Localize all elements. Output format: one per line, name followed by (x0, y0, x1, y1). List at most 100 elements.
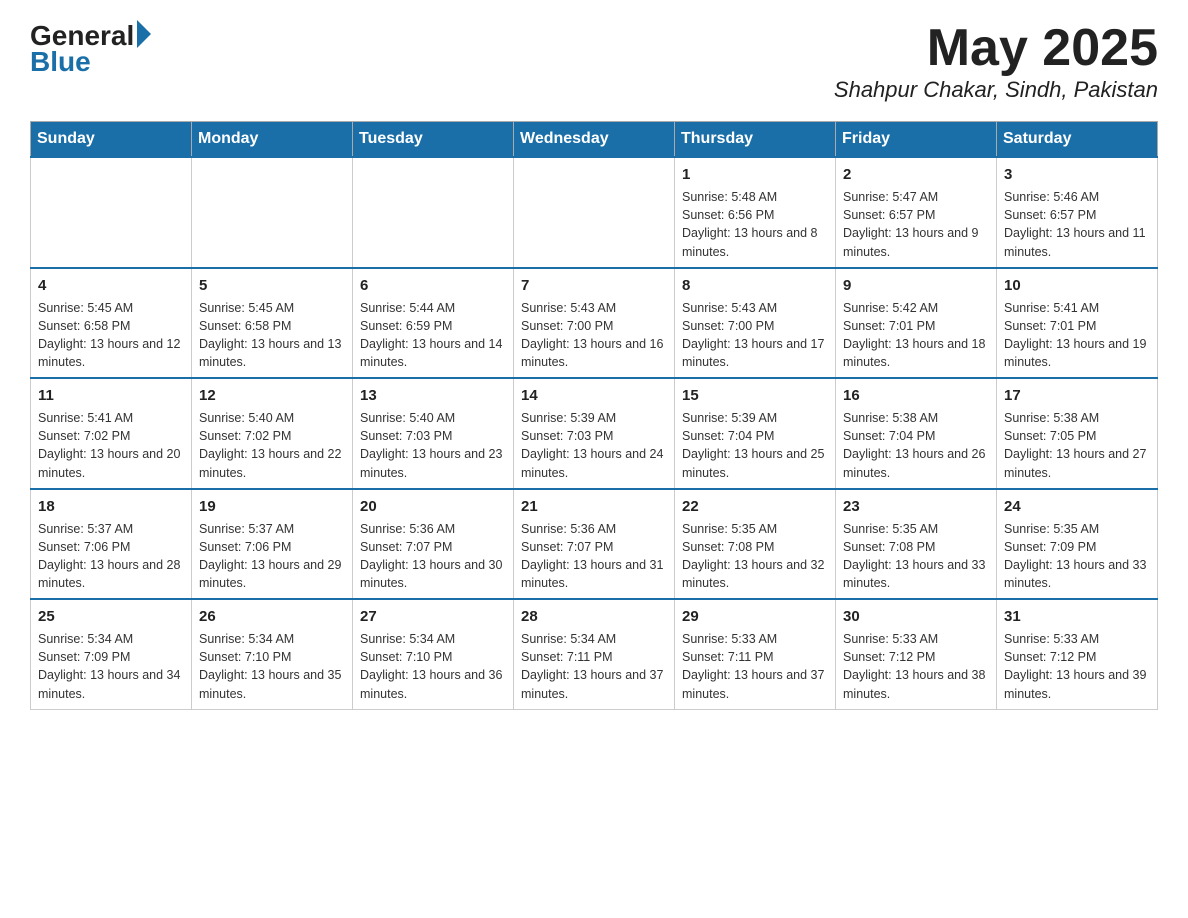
day-info: Sunrise: 5:40 AMSunset: 7:03 PMDaylight:… (360, 409, 506, 482)
day-number: 7 (521, 275, 667, 296)
day-info: Sunrise: 5:38 AMSunset: 7:04 PMDaylight:… (843, 409, 989, 482)
day-info: Sunrise: 5:45 AMSunset: 6:58 PMDaylight:… (38, 299, 184, 372)
day-info: Sunrise: 5:33 AMSunset: 7:12 PMDaylight:… (1004, 630, 1150, 703)
day-number: 22 (682, 496, 828, 517)
day-info: Sunrise: 5:48 AMSunset: 6:56 PMDaylight:… (682, 188, 828, 261)
calendar-cell: 31 Sunrise: 5:33 AMSunset: 7:12 PMDayligh… (997, 599, 1158, 709)
day-number: 27 (360, 606, 506, 627)
calendar-cell: 26 Sunrise: 5:34 AMSunset: 7:10 PMDayligh… (192, 599, 353, 709)
day-info: Sunrise: 5:36 AMSunset: 7:07 PMDaylight:… (521, 520, 667, 593)
calendar-cell: 9 Sunrise: 5:42 AMSunset: 7:01 PMDaylight… (836, 268, 997, 379)
title-block: May 2025 Shahpur Chakar, Sindh, Pakistan (834, 20, 1158, 103)
weekday-header-friday: Friday (836, 122, 997, 158)
day-number: 24 (1004, 496, 1150, 517)
day-number: 26 (199, 606, 345, 627)
day-info: Sunrise: 5:44 AMSunset: 6:59 PMDaylight:… (360, 299, 506, 372)
calendar-cell: 7 Sunrise: 5:43 AMSunset: 7:00 PMDaylight… (514, 268, 675, 379)
calendar-title: May 2025 (834, 20, 1158, 77)
day-number: 14 (521, 385, 667, 406)
day-number: 5 (199, 275, 345, 296)
weekday-header-tuesday: Tuesday (353, 122, 514, 158)
day-info: Sunrise: 5:37 AMSunset: 7:06 PMDaylight:… (199, 520, 345, 593)
day-info: Sunrise: 5:43 AMSunset: 7:00 PMDaylight:… (521, 299, 667, 372)
calendar-cell (192, 157, 353, 268)
calendar-table: SundayMondayTuesdayWednesdayThursdayFrid… (30, 121, 1158, 710)
day-info: Sunrise: 5:41 AMSunset: 7:02 PMDaylight:… (38, 409, 184, 482)
weekday-header-thursday: Thursday (675, 122, 836, 158)
day-number: 1 (682, 164, 828, 185)
day-info: Sunrise: 5:33 AMSunset: 7:12 PMDaylight:… (843, 630, 989, 703)
day-info: Sunrise: 5:37 AMSunset: 7:06 PMDaylight:… (38, 520, 184, 593)
day-info: Sunrise: 5:38 AMSunset: 7:05 PMDaylight:… (1004, 409, 1150, 482)
day-info: Sunrise: 5:36 AMSunset: 7:07 PMDaylight:… (360, 520, 506, 593)
day-number: 8 (682, 275, 828, 296)
calendar-cell: 23Sunrise: 5:35 AMSunset: 7:08 PMDayligh… (836, 489, 997, 600)
week-row-4: 18 Sunrise: 5:37 AMSunset: 7:06 PMDayligh… (31, 489, 1158, 600)
day-info: Sunrise: 5:42 AMSunset: 7:01 PMDaylight:… (843, 299, 989, 372)
week-row-1: 1 Sunrise: 5:48 AMSunset: 6:56 PMDaylight… (31, 157, 1158, 268)
day-info: Sunrise: 5:39 AMSunset: 7:04 PMDaylight:… (682, 409, 828, 482)
calendar-cell: 21 Sunrise: 5:36 AMSunset: 7:07 PMDayligh… (514, 489, 675, 600)
day-info: Sunrise: 5:35 AMSunset: 7:09 PMDaylight:… (1004, 520, 1150, 593)
day-info: Sunrise: 5:43 AMSunset: 7:00 PMDaylight:… (682, 299, 828, 372)
week-row-5: 25Sunrise: 5:34 AMSunset: 7:09 PMDayligh… (31, 599, 1158, 709)
day-number: 3 (1004, 164, 1150, 185)
day-info: Sunrise: 5:45 AMSunset: 6:58 PMDaylight:… (199, 299, 345, 372)
week-row-3: 11 Sunrise: 5:41 AMSunset: 7:02 PMDayligh… (31, 378, 1158, 489)
day-number: 2 (843, 164, 989, 185)
calendar-cell: 16Sunrise: 5:38 AMSunset: 7:04 PMDayligh… (836, 378, 997, 489)
calendar-cell (353, 157, 514, 268)
calendar-cell: 11 Sunrise: 5:41 AMSunset: 7:02 PMDayligh… (31, 378, 192, 489)
day-number: 18 (38, 496, 184, 517)
calendar-cell: 5 Sunrise: 5:45 AMSunset: 6:58 PMDaylight… (192, 268, 353, 379)
day-number: 28 (521, 606, 667, 627)
week-row-2: 4Sunrise: 5:45 AMSunset: 6:58 PMDaylight… (31, 268, 1158, 379)
calendar-cell: 6 Sunrise: 5:44 AMSunset: 6:59 PMDaylight… (353, 268, 514, 379)
calendar-cell: 18 Sunrise: 5:37 AMSunset: 7:06 PMDayligh… (31, 489, 192, 600)
calendar-cell: 19Sunrise: 5:37 AMSunset: 7:06 PMDayligh… (192, 489, 353, 600)
day-number: 12 (199, 385, 345, 406)
calendar-cell: 27Sunrise: 5:34 AMSunset: 7:10 PMDayligh… (353, 599, 514, 709)
calendar-cell: 29 Sunrise: 5:33 AMSunset: 7:11 PMDayligh… (675, 599, 836, 709)
calendar-cell: 12Sunrise: 5:40 AMSunset: 7:02 PMDayligh… (192, 378, 353, 489)
day-number: 11 (38, 385, 184, 406)
day-number: 13 (360, 385, 506, 406)
day-number: 17 (1004, 385, 1150, 406)
day-number: 10 (1004, 275, 1150, 296)
calendar-cell: 24 Sunrise: 5:35 AMSunset: 7:09 PMDayligh… (997, 489, 1158, 600)
calendar-cell (31, 157, 192, 268)
day-info: Sunrise: 5:39 AMSunset: 7:03 PMDaylight:… (521, 409, 667, 482)
calendar-cell: 14 Sunrise: 5:39 AMSunset: 7:03 PMDayligh… (514, 378, 675, 489)
day-number: 6 (360, 275, 506, 296)
day-number: 9 (843, 275, 989, 296)
day-info: Sunrise: 5:34 AMSunset: 7:10 PMDaylight:… (199, 630, 345, 703)
day-info: Sunrise: 5:35 AMSunset: 7:08 PMDaylight:… (682, 520, 828, 593)
calendar-cell: 28 Sunrise: 5:34 AMSunset: 7:11 PMDayligh… (514, 599, 675, 709)
logo: General Blue (30, 20, 153, 78)
calendar-cell: 13 Sunrise: 5:40 AMSunset: 7:03 PMDayligh… (353, 378, 514, 489)
day-info: Sunrise: 5:34 AMSunset: 7:09 PMDaylight:… (38, 630, 184, 703)
day-number: 30 (843, 606, 989, 627)
day-info: Sunrise: 5:33 AMSunset: 7:11 PMDaylight:… (682, 630, 828, 703)
logo-triangle-icon (137, 20, 151, 48)
weekday-header-row: SundayMondayTuesdayWednesdayThursdayFrid… (31, 122, 1158, 158)
day-number: 21 (521, 496, 667, 517)
day-number: 15 (682, 385, 828, 406)
calendar-cell: 8 Sunrise: 5:43 AMSunset: 7:00 PMDaylight… (675, 268, 836, 379)
logo-blue-bottom: Blue (30, 46, 91, 78)
weekday-header-sunday: Sunday (31, 122, 192, 158)
day-info: Sunrise: 5:34 AMSunset: 7:11 PMDaylight:… (521, 630, 667, 703)
calendar-cell: 20Sunrise: 5:36 AMSunset: 7:07 PMDayligh… (353, 489, 514, 600)
weekday-header-saturday: Saturday (997, 122, 1158, 158)
page-header: General Blue May 2025 Shahpur Chakar, Si… (30, 20, 1158, 103)
calendar-cell: 10 Sunrise: 5:41 AMSunset: 7:01 PMDayligh… (997, 268, 1158, 379)
day-number: 31 (1004, 606, 1150, 627)
weekday-header-monday: Monday (192, 122, 353, 158)
calendar-cell: 30 Sunrise: 5:33 AMSunset: 7:12 PMDayligh… (836, 599, 997, 709)
day-info: Sunrise: 5:41 AMSunset: 7:01 PMDaylight:… (1004, 299, 1150, 372)
day-number: 29 (682, 606, 828, 627)
calendar-cell: 1 Sunrise: 5:48 AMSunset: 6:56 PMDaylight… (675, 157, 836, 268)
calendar-cell: 2 Sunrise: 5:47 AMSunset: 6:57 PMDaylight… (836, 157, 997, 268)
weekday-header-wednesday: Wednesday (514, 122, 675, 158)
day-info: Sunrise: 5:47 AMSunset: 6:57 PMDaylight:… (843, 188, 989, 261)
